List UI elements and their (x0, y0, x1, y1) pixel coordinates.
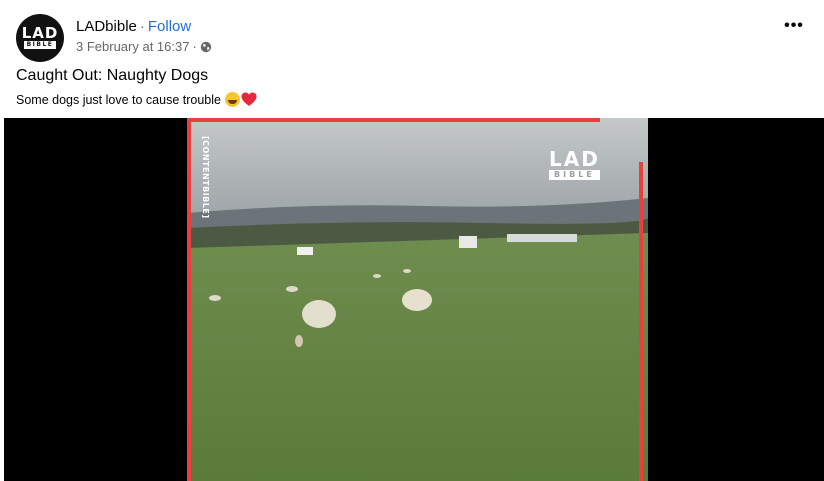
post-timestamp[interactable]: 3 February at 16:37 (76, 39, 189, 54)
video-accent-left (187, 118, 191, 481)
watermark-logo-text: LAD (549, 147, 600, 171)
content-credit: [CONTENTBIBLE] (201, 136, 210, 219)
name-separator: · (139, 18, 145, 35)
avatar-logo-text: LAD (21, 24, 59, 42)
avatar-logo-subtext: BIBLE (23, 41, 57, 49)
post-header: LAD BIBLE LADbible · Follow 3 February at … (16, 14, 812, 62)
caption-text: Some dogs just love to cause trouble (16, 92, 221, 107)
post-title: Caught Out: Naughty Dogs (16, 67, 209, 84)
globe-icon (200, 41, 212, 53)
name-row: LADbible · Follow (76, 17, 212, 37)
ladbible-watermark: LAD BIBLE (549, 147, 600, 180)
watermark-logo-subtext: BIBLE (549, 170, 600, 180)
post-caption: Some dogs just love to cause trouble (16, 92, 257, 107)
page-avatar[interactable]: LAD BIBLE (16, 14, 64, 62)
more-options-button[interactable]: ••• (780, 16, 808, 40)
facebook-post: LAD BIBLE LADbible · Follow 3 February at … (0, 0, 824, 481)
video-player[interactable]: [CONTENTBIBLE] LAD BIBLE (4, 118, 824, 481)
page-name-link[interactable]: LADbible (76, 18, 137, 35)
time-row: 3 February at 16:37 · (76, 39, 212, 54)
video-accent-right (639, 162, 643, 481)
time-separator: · (192, 39, 197, 54)
video-accent-top (187, 118, 600, 122)
laughing-face-emoji-icon (224, 92, 240, 107)
follow-button[interactable]: Follow (148, 18, 191, 35)
red-heart-emoji-icon (241, 92, 257, 107)
post-meta: LADbible · Follow 3 February at 16:37 · (76, 17, 212, 54)
